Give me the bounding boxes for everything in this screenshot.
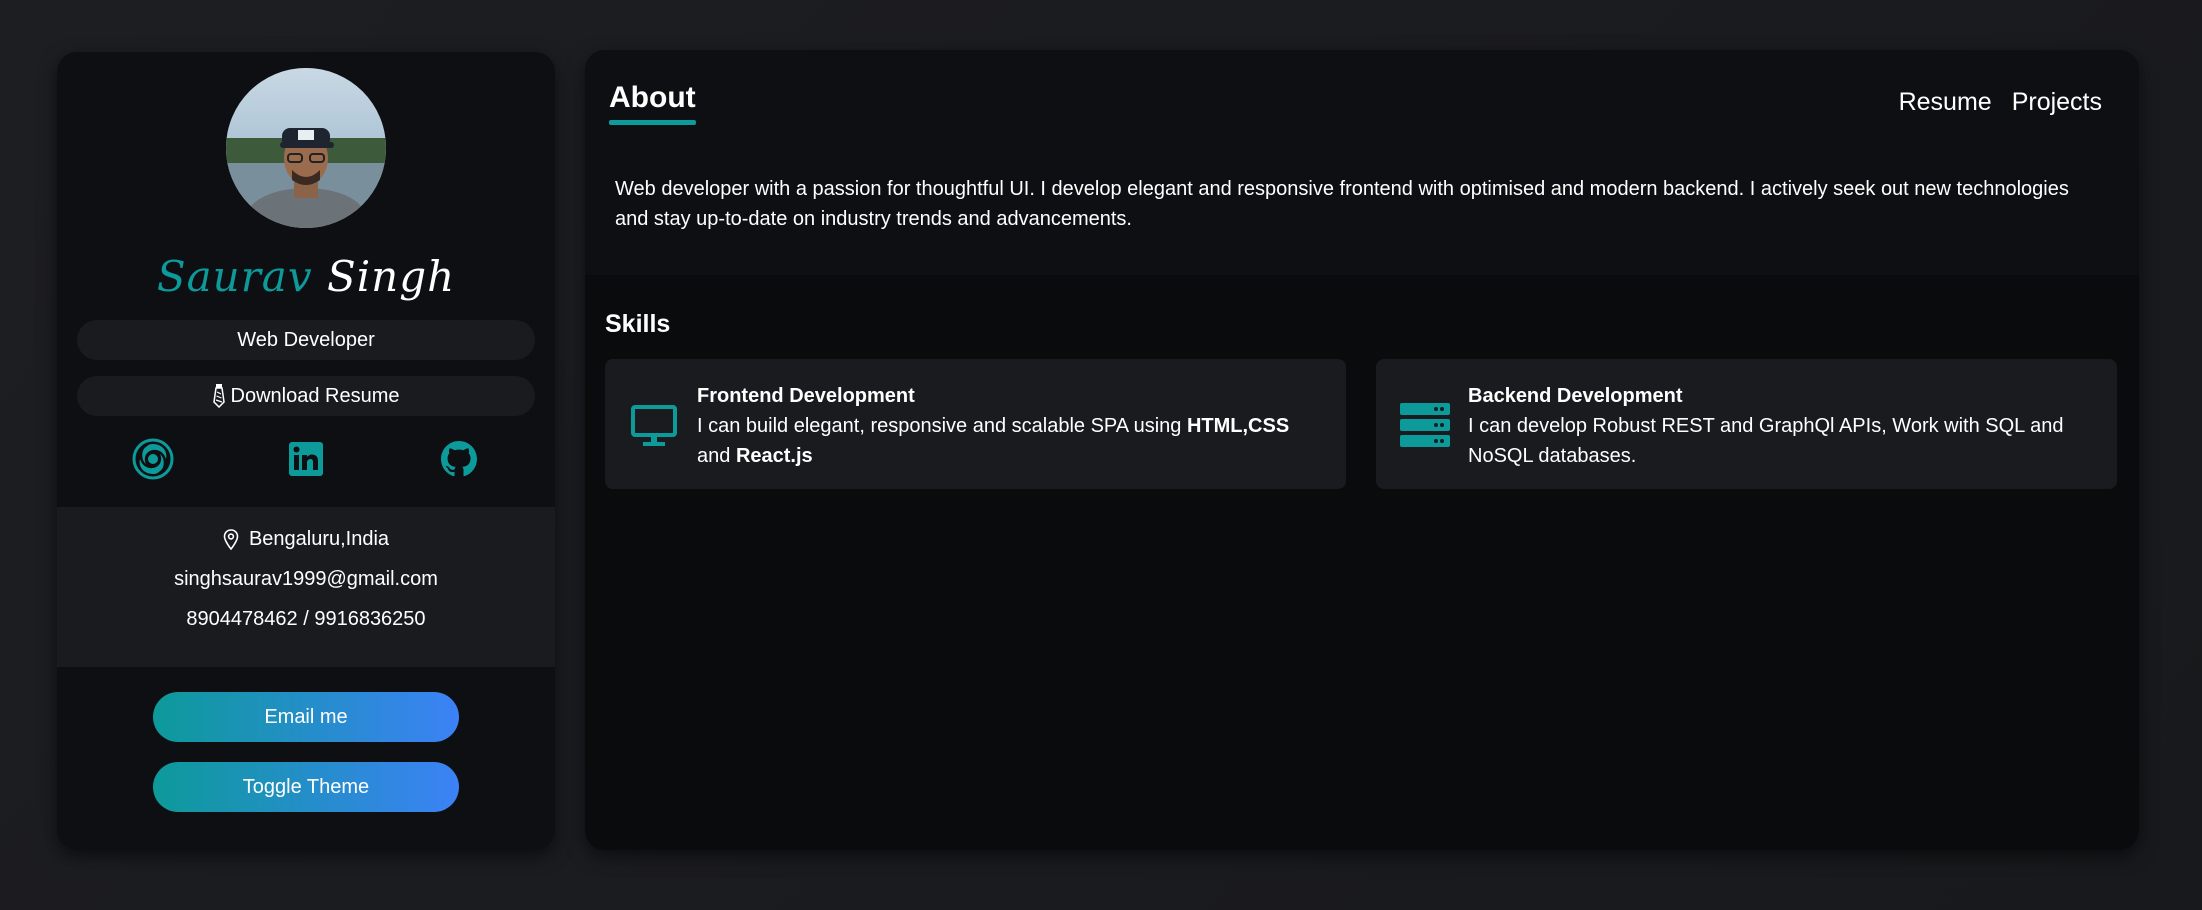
skill-text-part: I can develop Robust REST and GraphQl AP… [1468,415,2064,467]
profile-sidebar: Saurav Singh Web Developer Download Resu… [57,52,555,850]
page: Saurav Singh Web Developer Download Resu… [0,0,2202,910]
skill-card-backend: Backend Development I can develop Robust… [1376,359,2117,489]
location-text: Bengaluru,India [248,528,390,550]
nav-resume[interactable]: Resume [1899,88,1992,117]
email-address: singhsaurav1999@gmail.com [174,568,438,590]
skill-description: Backend Development I can develop Robust… [1468,381,2088,471]
swirl-logo-icon[interactable] [131,437,175,481]
skill-text-bold: React.js [735,445,813,467]
download-resume-label: Download Resume [230,384,400,407]
email-me-button[interactable]: Email me [153,692,459,742]
github-icon[interactable] [437,437,481,481]
about-section: About Resume Projects Web developer with… [585,50,2139,275]
location-pin-icon [223,528,239,551]
avatar [226,68,386,228]
first-name: Saurav [156,252,313,301]
phone-numbers: 8904478462 / 9916836250 [186,608,426,630]
title-underline [609,120,696,125]
server-icon [1400,401,1450,451]
monitor-icon [629,401,679,451]
skill-description: Frontend Development I can build elegant… [697,381,1317,471]
skill-title: Frontend Development [697,385,915,407]
skill-card-frontend: Frontend Development I can build elegant… [605,359,1346,489]
contact-info: Bengaluru,India singhsaurav1999@gmail.co… [57,507,555,667]
profile-name: Saurav Singh [57,252,555,301]
about-description: Web developer with a passion for thought… [615,178,2069,230]
linkedin-icon[interactable] [284,437,328,481]
last-name: Singh [326,252,456,301]
main-content: About Resume Projects Web developer with… [585,50,2139,850]
toggle-theme-button[interactable]: Toggle Theme [153,762,459,812]
skill-title: Backend Development [1468,385,1683,407]
social-links [57,437,555,487]
tie-icon [212,384,225,408]
avatar-photo [226,68,386,228]
skills-heading: Skills [605,310,671,338]
role-badge: Web Developer [77,320,535,360]
skill-text-bold: HTML,CSS [1186,415,1290,437]
nav-projects[interactable]: Projects [2012,88,2102,117]
top-nav: Resume Projects [1899,88,2102,117]
skill-text-part: and [697,445,736,467]
download-resume-button[interactable]: Download Resume [77,376,535,416]
skill-text-part: I can build elegant, responsive and scal… [697,415,1187,437]
location: Bengaluru,India [57,528,555,551]
page-title: About [609,81,696,114]
